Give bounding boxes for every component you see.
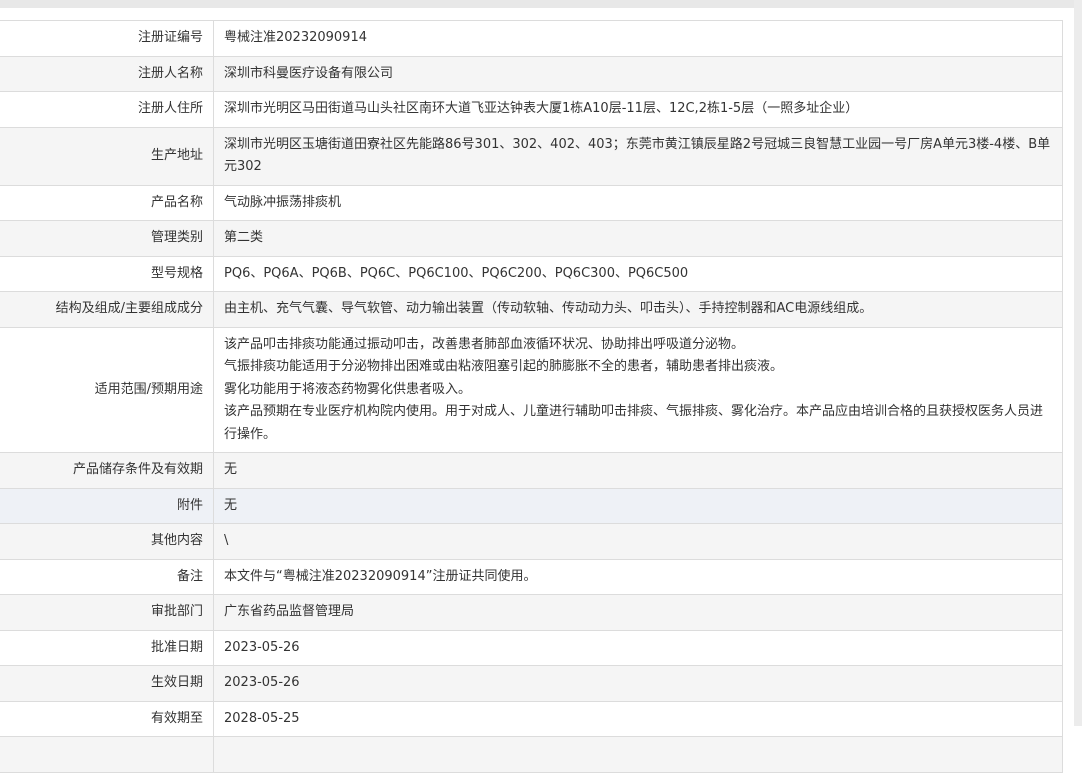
table-row: 管理类别 第二类 <box>0 220 1063 257</box>
registration-detail-table: 注册证编号 粤械注准20232090914 注册人名称 深圳市科曼医疗设备有限公… <box>0 20 1063 773</box>
field-value: 本文件与“粤械注准20232090914”注册证共同使用。 <box>213 558 1063 595</box>
table-row: 有效期至 2028-05-25 <box>0 700 1063 737</box>
field-value: 广东省药品监督管理局 <box>213 594 1063 631</box>
field-value: 深圳市科曼医疗设备有限公司 <box>213 55 1063 92</box>
table-row: 产品名称 气动脉冲振荡排痰机 <box>0 184 1063 221</box>
field-label <box>0 736 214 773</box>
field-label: 生产地址 <box>0 126 214 186</box>
table-row: 生产地址 深圳市光明区玉塘街道田寮社区先能路86号301、302、402、403… <box>0 126 1063 186</box>
intended-use-line: 雾化功能用于将液态药物雾化供患者吸入。 <box>224 381 472 397</box>
table-row: 注册人名称 深圳市科曼医疗设备有限公司 <box>0 55 1063 92</box>
field-value: 深圳市光明区玉塘街道田寮社区先能路86号301、302、402、403；东莞市黄… <box>213 126 1063 186</box>
field-value: 该产品叩击排痰功能通过振动叩击，改善患者肺部血液循环状况、协助排出呼吸道分泌物。… <box>213 326 1063 453</box>
field-value: 气动脉冲振荡排痰机 <box>213 184 1063 221</box>
table-row: 型号规格 PQ6、PQ6A、PQ6B、PQ6C、PQ6C100、PQ6C200、… <box>0 255 1063 292</box>
field-label: 注册人住所 <box>0 91 214 128</box>
field-label: 产品名称 <box>0 184 214 221</box>
field-label: 其他内容 <box>0 523 214 560</box>
table-row: 注册证编号 粤械注准20232090914 <box>0 20 1063 57</box>
intended-use-line: 该产品预期在专业医疗机构院内使用。用于对成人、儿童进行辅助叩击排痰、气振排痰、雾… <box>224 404 1044 442</box>
field-value: 2028-05-25 <box>213 700 1063 737</box>
field-value: 第二类 <box>213 220 1063 257</box>
field-value: 2023-05-26 <box>213 629 1063 666</box>
field-value <box>213 736 1063 773</box>
table-row: 注册人住所 深圳市光明区马田街道马山头社区南环大道飞亚达钟表大厦1栋A10层-1… <box>0 91 1063 128</box>
intended-use-line: 该产品叩击排痰功能通过振动叩击，改善患者肺部血液循环状况、协助排出呼吸道分泌物。 <box>224 336 745 352</box>
field-value: 无 <box>213 452 1063 489</box>
intended-use-line: 气振排痰功能适用于分泌物排出困难或由粘液阻塞引起的肺膨胀不全的患者，辅助患者排出… <box>224 359 784 374</box>
table-row: 批准日期 2023-05-26 <box>0 629 1063 666</box>
field-label: 适用范围/预期用途 <box>0 326 214 453</box>
field-label: 结构及组成/主要组成成分 <box>0 291 214 328</box>
table-row <box>0 736 1063 773</box>
field-value: 2023-05-26 <box>213 665 1063 702</box>
table-row: 结构及组成/主要组成成分 由主机、充气气囊、导气软管、动力输出装置（传动软轴、传… <box>0 291 1063 328</box>
field-label: 附件 <box>0 487 214 524</box>
field-label: 注册证编号 <box>0 20 214 57</box>
scrollbar-track[interactable] <box>1074 0 1082 726</box>
table-row: 其他内容 \ <box>0 523 1063 560</box>
field-value: 由主机、充气气囊、导气软管、动力输出装置（传动软轴、传动动力头、叩击头）、手持控… <box>213 291 1063 328</box>
table-row: 备注 本文件与“粤械注准20232090914”注册证共同使用。 <box>0 558 1063 595</box>
field-value: \ <box>213 523 1063 560</box>
field-label: 备注 <box>0 558 214 595</box>
field-label: 审批部门 <box>0 594 214 631</box>
table-row: 生效日期 2023-05-26 <box>0 665 1063 702</box>
field-value: 无 <box>213 487 1063 524</box>
field-label: 管理类别 <box>0 220 214 257</box>
table-row: 附件 无 <box>0 487 1063 524</box>
field-label: 注册人名称 <box>0 55 214 92</box>
table-row: 审批部门 广东省药品监督管理局 <box>0 594 1063 631</box>
field-value: 粤械注准20232090914 <box>213 20 1063 57</box>
field-label: 型号规格 <box>0 255 214 292</box>
table-row: 适用范围/预期用途 该产品叩击排痰功能通过振动叩击，改善患者肺部血液循环状况、协… <box>0 326 1063 453</box>
field-label: 有效期至 <box>0 700 214 737</box>
field-label: 产品储存条件及有效期 <box>0 452 214 489</box>
field-label: 生效日期 <box>0 665 214 702</box>
top-border-strip <box>0 0 1082 8</box>
table-row: 产品储存条件及有效期 无 <box>0 452 1063 489</box>
field-value: PQ6、PQ6A、PQ6B、PQ6C、PQ6C100、PQ6C200、PQ6C3… <box>213 255 1063 292</box>
field-label: 批准日期 <box>0 629 214 666</box>
field-value: 深圳市光明区马田街道马山头社区南环大道飞亚达钟表大厦1栋A10层-11层、12C… <box>213 91 1063 128</box>
